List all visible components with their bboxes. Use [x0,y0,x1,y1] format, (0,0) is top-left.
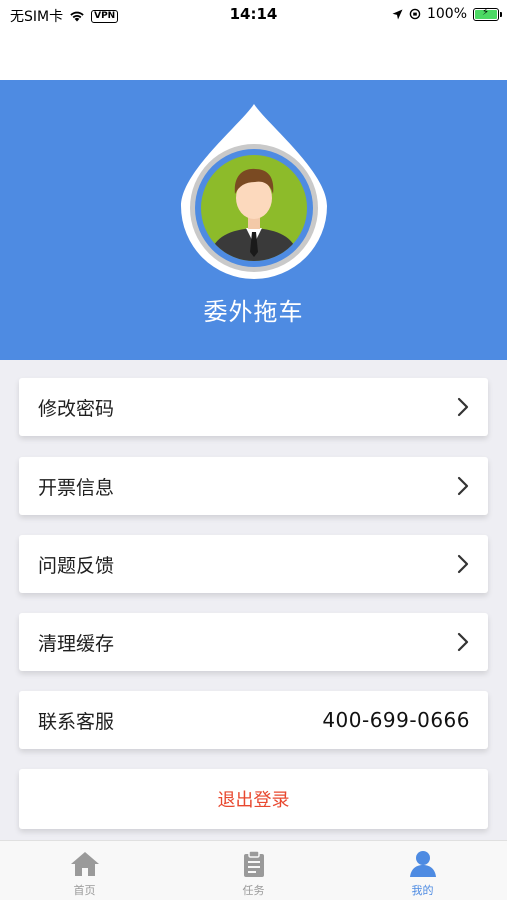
orientation-lock-icon [409,8,421,20]
profile-name: 委外拖车 [203,298,304,326]
clipboard-icon [243,850,264,877]
home-icon [70,852,99,876]
profile-header: 委外拖车 [0,80,507,360]
tab-label: 任务 [242,884,265,897]
tab-bar: 首页 任务 我的 [0,840,507,900]
status-bar: 无SIM卡 VPN 14:14 100% ⚡ [0,0,507,30]
status-right: 100% ⚡ [392,6,502,22]
tab-label: 我的 [411,884,434,897]
tab-label: 首页 [73,884,96,897]
menu-item-change-password[interactable]: 修改密码 [19,378,488,436]
navigation-bar [0,30,507,80]
chevron-right-icon [457,554,469,574]
chevron-right-icon [457,632,469,652]
menu-item-contact-service[interactable]: 联系客服 400-699-0666 [19,691,488,749]
logout-label: 退出登录 [217,790,290,811]
menu-item-feedback[interactable]: 问题反馈 [19,535,488,593]
contact-phone[interactable]: 400-699-0666 [322,708,470,732]
contact-label: 联系客服 [38,710,115,733]
avatar-drop-frame[interactable] [179,102,329,280]
battery-percent: 100% [426,6,467,22]
logout-button[interactable]: 退出登录 [19,769,488,829]
menu-item-label: 清理缓存 [38,632,115,655]
menu-item-label: 开票信息 [38,476,115,499]
businessman-avatar-icon [181,104,327,279]
location-arrow-icon [392,9,403,19]
menu-item-invoice-info[interactable]: 开票信息 [19,457,488,515]
chevron-right-icon [457,476,469,496]
menu-item-label: 问题反馈 [38,554,115,577]
menu-item-label: 修改密码 [38,397,115,420]
tab-tasks[interactable]: 任务 [169,841,338,900]
chevron-right-icon [457,397,469,417]
menu-item-clear-cache[interactable]: 清理缓存 [19,613,488,671]
battery-icon: ⚡ [473,7,502,21]
tab-mine[interactable]: 我的 [338,841,507,900]
tab-home[interactable]: 首页 [0,841,169,900]
user-icon [409,851,436,877]
